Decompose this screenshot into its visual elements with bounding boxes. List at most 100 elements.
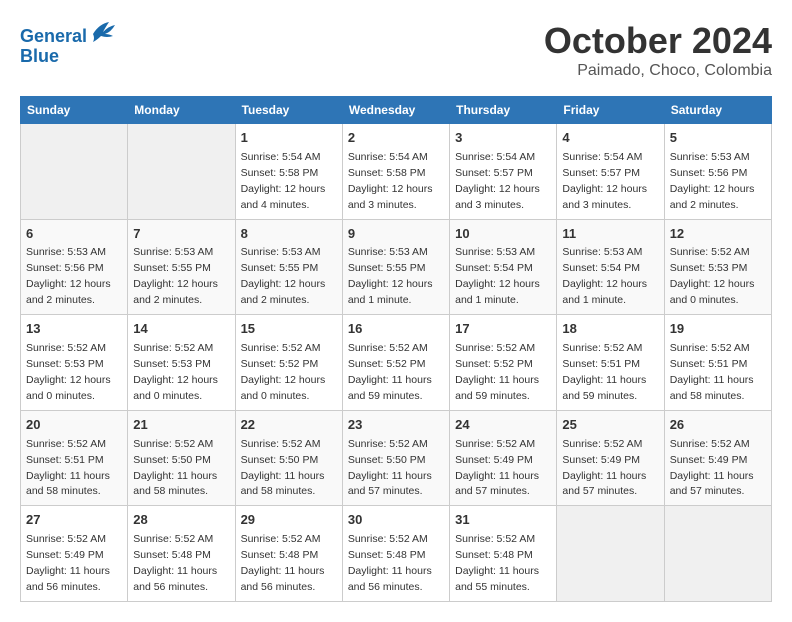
- day-info: Sunrise: 5:52 AM Sunset: 5:52 PM Dayligh…: [241, 342, 326, 402]
- day-info: Sunrise: 5:52 AM Sunset: 5:53 PM Dayligh…: [26, 342, 111, 402]
- day-info: Sunrise: 5:52 AM Sunset: 5:51 PM Dayligh…: [26, 438, 110, 498]
- calendar-cell: 4 Sunrise: 5:54 AM Sunset: 5:57 PM Daylig…: [557, 124, 664, 220]
- day-info: Sunrise: 5:52 AM Sunset: 5:48 PM Dayligh…: [348, 533, 432, 593]
- day-info: Sunrise: 5:52 AM Sunset: 5:49 PM Dayligh…: [670, 438, 754, 498]
- calendar-cell: 26 Sunrise: 5:52 AM Sunset: 5:49 PM Dayli…: [664, 410, 771, 506]
- day-info: Sunrise: 5:52 AM Sunset: 5:52 PM Dayligh…: [348, 342, 432, 402]
- calendar-cell: 20 Sunrise: 5:52 AM Sunset: 5:51 PM Dayli…: [21, 410, 128, 506]
- calendar-cell: 17 Sunrise: 5:52 AM Sunset: 5:52 PM Dayli…: [450, 315, 557, 411]
- calendar-cell: 9Sunrise: 5:53 AM Sunset: 5:55 PM Daylig…: [342, 219, 449, 315]
- calendar-cell: 21 Sunrise: 5:52 AM Sunset: 5:50 PM Dayli…: [128, 410, 235, 506]
- calendar-cell: 31 Sunrise: 5:52 AM Sunset: 5:48 PM Dayli…: [450, 506, 557, 602]
- calendar-cell: 8 Sunrise: 5:53 AM Sunset: 5:55 PM Daylig…: [235, 219, 342, 315]
- calendar-table: SundayMondayTuesdayWednesdayThursdayFrid…: [20, 96, 772, 602]
- day-info: Sunrise: 5:53 AM Sunset: 5:54 PM Dayligh…: [562, 246, 647, 306]
- day-number: 18: [562, 320, 658, 339]
- day-info: Sunrise: 5:52 AM Sunset: 5:51 PM Dayligh…: [670, 342, 754, 402]
- subtitle: Paimado, Choco, Colombia: [544, 62, 772, 80]
- calendar-cell: 30Sunrise: 5:52 AM Sunset: 5:48 PM Dayli…: [342, 506, 449, 602]
- day-info: Sunrise: 5:52 AM Sunset: 5:48 PM Dayligh…: [455, 533, 539, 593]
- day-number: 2: [348, 129, 444, 148]
- calendar-cell: 16 Sunrise: 5:52 AM Sunset: 5:52 PM Dayli…: [342, 315, 449, 411]
- day-info: Sunrise: 5:54 AM Sunset: 5:57 PM Dayligh…: [455, 151, 540, 211]
- calendar-cell: 19 Sunrise: 5:52 AM Sunset: 5:51 PM Dayli…: [664, 315, 771, 411]
- logo-bird-icon: [89, 20, 117, 42]
- day-number: 31: [455, 511, 551, 530]
- day-number: 19: [670, 320, 766, 339]
- day-info: Sunrise: 5:53 AM Sunset: 5:56 PM Dayligh…: [670, 151, 755, 211]
- day-number: 16: [348, 320, 444, 339]
- day-info: Sunrise: 5:52 AM Sunset: 5:50 PM Dayligh…: [241, 438, 325, 498]
- day-number: 20: [26, 416, 122, 435]
- calendar-body: 1Sunrise: 5:54 AM Sunset: 5:58 PM Daylig…: [21, 124, 772, 602]
- calendar-cell: 14 Sunrise: 5:52 AM Sunset: 5:53 PM Dayli…: [128, 315, 235, 411]
- day-info: Sunrise: 5:53 AM Sunset: 5:55 PM Dayligh…: [241, 246, 326, 306]
- header-day-sunday: Sunday: [21, 97, 128, 124]
- day-number: 7: [133, 225, 229, 244]
- day-info: Sunrise: 5:54 AM Sunset: 5:58 PM Dayligh…: [241, 151, 326, 211]
- header-day-thursday: Thursday: [450, 97, 557, 124]
- calendar-cell: 18 Sunrise: 5:52 AM Sunset: 5:51 PM Dayli…: [557, 315, 664, 411]
- calendar-cell: 24Sunrise: 5:52 AM Sunset: 5:49 PM Dayli…: [450, 410, 557, 506]
- day-number: 4: [562, 129, 658, 148]
- day-number: 25: [562, 416, 658, 435]
- day-info: Sunrise: 5:53 AM Sunset: 5:56 PM Dayligh…: [26, 246, 111, 306]
- day-number: 3: [455, 129, 551, 148]
- calendar-cell: [21, 124, 128, 220]
- calendar-cell: 2Sunrise: 5:54 AM Sunset: 5:58 PM Daylig…: [342, 124, 449, 220]
- calendar-cell: [664, 506, 771, 602]
- calendar-cell: [557, 506, 664, 602]
- calendar-cell: 28 Sunrise: 5:52 AM Sunset: 5:48 PM Dayli…: [128, 506, 235, 602]
- calendar-cell: 1Sunrise: 5:54 AM Sunset: 5:58 PM Daylig…: [235, 124, 342, 220]
- day-info: Sunrise: 5:54 AM Sunset: 5:57 PM Dayligh…: [562, 151, 647, 211]
- day-number: 8: [241, 225, 337, 244]
- day-info: Sunrise: 5:52 AM Sunset: 5:48 PM Dayligh…: [133, 533, 217, 593]
- calendar-cell: 29 Sunrise: 5:52 AM Sunset: 5:48 PM Dayli…: [235, 506, 342, 602]
- day-number: 21: [133, 416, 229, 435]
- day-info: Sunrise: 5:52 AM Sunset: 5:49 PM Dayligh…: [26, 533, 110, 593]
- calendar-cell: 7 Sunrise: 5:53 AM Sunset: 5:55 PM Daylig…: [128, 219, 235, 315]
- calendar-cell: 5 Sunrise: 5:53 AM Sunset: 5:56 PM Daylig…: [664, 124, 771, 220]
- day-number: 5: [670, 129, 766, 148]
- calendar-cell: 6Sunrise: 5:53 AM Sunset: 5:56 PM Daylig…: [21, 219, 128, 315]
- calendar-week-1: 1Sunrise: 5:54 AM Sunset: 5:58 PM Daylig…: [21, 124, 772, 220]
- day-number: 29: [241, 511, 337, 530]
- day-info: Sunrise: 5:52 AM Sunset: 5:50 PM Dayligh…: [133, 438, 217, 498]
- day-info: Sunrise: 5:52 AM Sunset: 5:49 PM Dayligh…: [562, 438, 646, 498]
- calendar-cell: 25 Sunrise: 5:52 AM Sunset: 5:49 PM Dayli…: [557, 410, 664, 506]
- day-info: Sunrise: 5:53 AM Sunset: 5:55 PM Dayligh…: [348, 246, 433, 306]
- day-info: Sunrise: 5:53 AM Sunset: 5:54 PM Dayligh…: [455, 246, 540, 306]
- day-info: Sunrise: 5:53 AM Sunset: 5:55 PM Dayligh…: [133, 246, 218, 306]
- day-number: 23: [348, 416, 444, 435]
- logo-text: General Blue: [20, 20, 117, 67]
- calendar-week-3: 13Sunrise: 5:52 AM Sunset: 5:53 PM Dayli…: [21, 315, 772, 411]
- logo: General Blue: [20, 20, 117, 67]
- calendar-cell: 10Sunrise: 5:53 AM Sunset: 5:54 PM Dayli…: [450, 219, 557, 315]
- calendar-cell: 23 Sunrise: 5:52 AM Sunset: 5:50 PM Dayli…: [342, 410, 449, 506]
- day-info: Sunrise: 5:52 AM Sunset: 5:50 PM Dayligh…: [348, 438, 432, 498]
- calendar-week-4: 20 Sunrise: 5:52 AM Sunset: 5:51 PM Dayli…: [21, 410, 772, 506]
- calendar-cell: 22Sunrise: 5:52 AM Sunset: 5:50 PM Dayli…: [235, 410, 342, 506]
- header-day-saturday: Saturday: [664, 97, 771, 124]
- calendar-cell: [128, 124, 235, 220]
- day-number: 17: [455, 320, 551, 339]
- calendar-cell: 11Sunrise: 5:53 AM Sunset: 5:54 PM Dayli…: [557, 219, 664, 315]
- calendar-cell: 27 Sunrise: 5:52 AM Sunset: 5:49 PM Dayli…: [21, 506, 128, 602]
- day-number: 27: [26, 511, 122, 530]
- day-number: 24: [455, 416, 551, 435]
- day-info: Sunrise: 5:52 AM Sunset: 5:53 PM Dayligh…: [670, 246, 755, 306]
- header-day-wednesday: Wednesday: [342, 97, 449, 124]
- day-number: 14: [133, 320, 229, 339]
- day-info: Sunrise: 5:52 AM Sunset: 5:51 PM Dayligh…: [562, 342, 646, 402]
- day-info: Sunrise: 5:52 AM Sunset: 5:48 PM Dayligh…: [241, 533, 325, 593]
- day-info: Sunrise: 5:52 AM Sunset: 5:53 PM Dayligh…: [133, 342, 218, 402]
- day-number: 28: [133, 511, 229, 530]
- calendar-cell: 3 Sunrise: 5:54 AM Sunset: 5:57 PM Daylig…: [450, 124, 557, 220]
- calendar-header-row: SundayMondayTuesdayWednesdayThursdayFrid…: [21, 97, 772, 124]
- day-info: Sunrise: 5:52 AM Sunset: 5:52 PM Dayligh…: [455, 342, 539, 402]
- day-number: 26: [670, 416, 766, 435]
- logo-general: General: [20, 26, 87, 46]
- calendar-cell: 12Sunrise: 5:52 AM Sunset: 5:53 PM Dayli…: [664, 219, 771, 315]
- title-block: October 2024 Paimado, Choco, Colombia: [544, 20, 772, 80]
- day-number: 15: [241, 320, 337, 339]
